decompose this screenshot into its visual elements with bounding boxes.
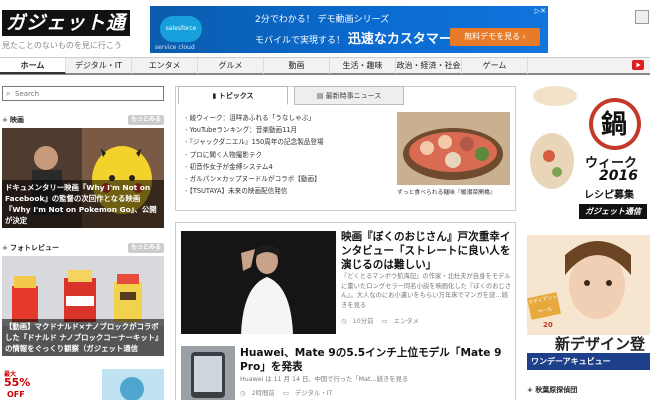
article-2-time: 2時間前 [251,389,275,397]
topic-thumbnail-caption: ずっと食べられる麺味『暖潮菜開橋』 [397,190,496,196]
banner-line1: 2分でわかる！ デモ動画シリーズ [255,15,390,25]
news-icon: ▤ [316,92,326,100]
ad1-sub: レシピ募集 [584,190,634,201]
article-2-image[interactable] [181,346,235,400]
topic-item[interactable]: 【TSUTAYA】未来の映画配信発信 [183,185,393,197]
article-2-photo [181,346,235,400]
tab-news-label: 最新時事ニュース [325,92,382,100]
nav-item-politics[interactable]: 政治・経済・社会 [396,58,462,74]
ad2-brand: ワンデーアキュビュー [531,357,611,366]
article-2-meta: ◷ 2時間前 ▭ デジタル・IT [240,388,339,397]
article-1-time: 10分前 [352,317,374,325]
youtube-icon[interactable] [632,59,644,71]
more-photo-button[interactable]: もっとみる [127,243,164,253]
left-footer-ad[interactable]: 最大 55% OFF [2,369,164,400]
banner-line2-prefix: モバイルで実現する！ [255,36,346,46]
more-movie-button[interactable]: もっとみる [127,115,164,125]
topic-thumbnail-image [397,112,510,185]
ad1-kanji: 鍋 [601,110,628,140]
feature-photo[interactable]: 【動画】マクドナルド×ナノブロックがコラボした『ドナルド ナノブロックコーナーキ… [2,256,164,356]
topic-thumbnail[interactable] [397,112,510,185]
search-input[interactable] [15,88,160,99]
nav-item-life[interactable]: 生活・趣味 [330,58,396,74]
nav-item-digital[interactable]: デジタル・IT [66,58,132,74]
ad2-year: 20 [543,321,553,329]
ad2-headline: 新デザイン登 [555,335,646,353]
search-box[interactable]: ⌕ [2,86,164,101]
ad1-year: 2016 [599,168,638,184]
right-section-label: 秋葉原探偵団 [535,386,578,394]
tab-topics-label: トピックス [218,92,254,100]
clock-icon: ◷ [341,317,347,325]
right-ad-nabe[interactable]: 鍋 ウィーク 2016 レシピ募集 ガジェット通信 [527,86,650,224]
site-logo[interactable]: ガジェット通信 [2,10,130,60]
follow-icon[interactable] [635,10,649,24]
topic-item[interactable]: 『ジャックダニエル』150周年の記念製品登場 [183,136,393,148]
section-movie-header: + 映画 もっとみる [2,115,164,126]
section-movie-label: 映画 [10,116,24,124]
tab-topics[interactable]: ▮ トピックス [178,86,288,105]
section-photo-header: + フォトレビュー もっとみる [2,243,164,254]
right-ad-acuvue[interactable]: ラディアント ベール 20 新デザイン登 ワンデーアキュビュー [527,235,650,370]
folder-icon: ▭ [282,389,289,397]
feature-movie-caption: ドキュメンタリー映画『Why I'm Not on Facebook』の監督の次… [2,180,164,228]
salesforce-sub: service cloud [155,44,195,51]
article-1-title[interactable]: 映画『ぼくのおじさん』戸次重幸インタビュー「ストレートに良い人を演じるのは難しい… [341,230,511,272]
main-nav: ホーム デジタル・IT エンタメ グルメ 動画 生活・趣味 政治・経済・社会 ゲ… [0,57,650,75]
banner-cta-button[interactable]: 無料デモを見る › [450,28,540,46]
article-2-category[interactable]: デジタル・IT [295,389,333,397]
ad-banner[interactable]: salesforce service cloud 2分でわかる！ デモ動画シリー… [150,6,548,53]
topic-item[interactable]: 綾ウィーク：沮咩あふれる「うなしゃぶ」 [183,112,393,124]
feature-movie[interactable]: ドキュメンタリー映画『Why I'm Not on Facebook』の監督の次… [2,128,164,228]
site-tagline: 見たことのないものを見に行こう [2,41,122,50]
article-1-image[interactable] [181,231,336,334]
plus-icon: + [2,244,8,252]
topic-item[interactable]: YouTubeランキング：音楽動画11月 [183,124,393,136]
article-1-photo [181,231,336,334]
nav-item-gourmet[interactable]: グルメ [198,58,264,74]
plus-icon: + [2,116,8,124]
article-1-meta: ◷ 10分前 ▭ エンタメ [341,316,425,325]
salesforce-logo: salesforce [160,16,202,42]
feature-photo-caption: 【動画】マクドナルド×ナノブロックがコラボした『ドナルド ナノブロックコーナーキ… [2,319,164,356]
topics-list: 綾ウィーク：沮咩あふれる「うなしゃぶ」 YouTubeランキング：音楽動画11月… [183,112,393,197]
topic-item[interactable]: 初音作女子が金缚システム4 [183,161,393,173]
article-1-body: 『どくとるマンボウ航海記』の作家・北杜夫が自身をモデルに書いたロングセラー同名小… [341,273,512,309]
topic-item[interactable]: ガルパン×カップヌードルがコラボ【動画】 [183,173,393,185]
left-ad-line3: OFF [7,390,25,399]
clock-icon: ◷ [240,389,246,397]
article-2-body: Huawei は 11 月 14 日、中国で行った「Mat…続きを見る [240,376,409,383]
site-header: ガジェット通信 見たことのないものを見に行こう salesforce servi… [0,0,650,60]
left-ad-line2: 55% [4,376,31,389]
nav-item-entame[interactable]: エンタメ [132,58,198,74]
folder-icon: ▭ [381,317,388,325]
tab-news[interactable]: ▤ 最新時事ニュース [294,86,404,105]
nav-item-home[interactable]: ホーム [0,58,66,74]
ad1-brand: ガジェット通信 [579,204,647,219]
search-icon: ⌕ [6,89,11,98]
ad-choices-icon[interactable]: ▷✕ [535,7,546,15]
nav-item-video[interactable]: 動画 [264,58,330,74]
nav-item-game[interactable]: ゲーム [462,58,528,74]
right-section-header: + 秋葉原探偵団 [527,385,650,397]
article-2-title[interactable]: Huawei、Mate 9の5.5インチ上位モデル「Mate 9 Pro」を発表 [240,346,512,374]
article-1-category[interactable]: エンタメ [394,317,419,325]
section-photo-label: フォトレビュー [10,244,59,252]
topic-item[interactable]: プロに聞く人物撮影テク [183,149,393,161]
